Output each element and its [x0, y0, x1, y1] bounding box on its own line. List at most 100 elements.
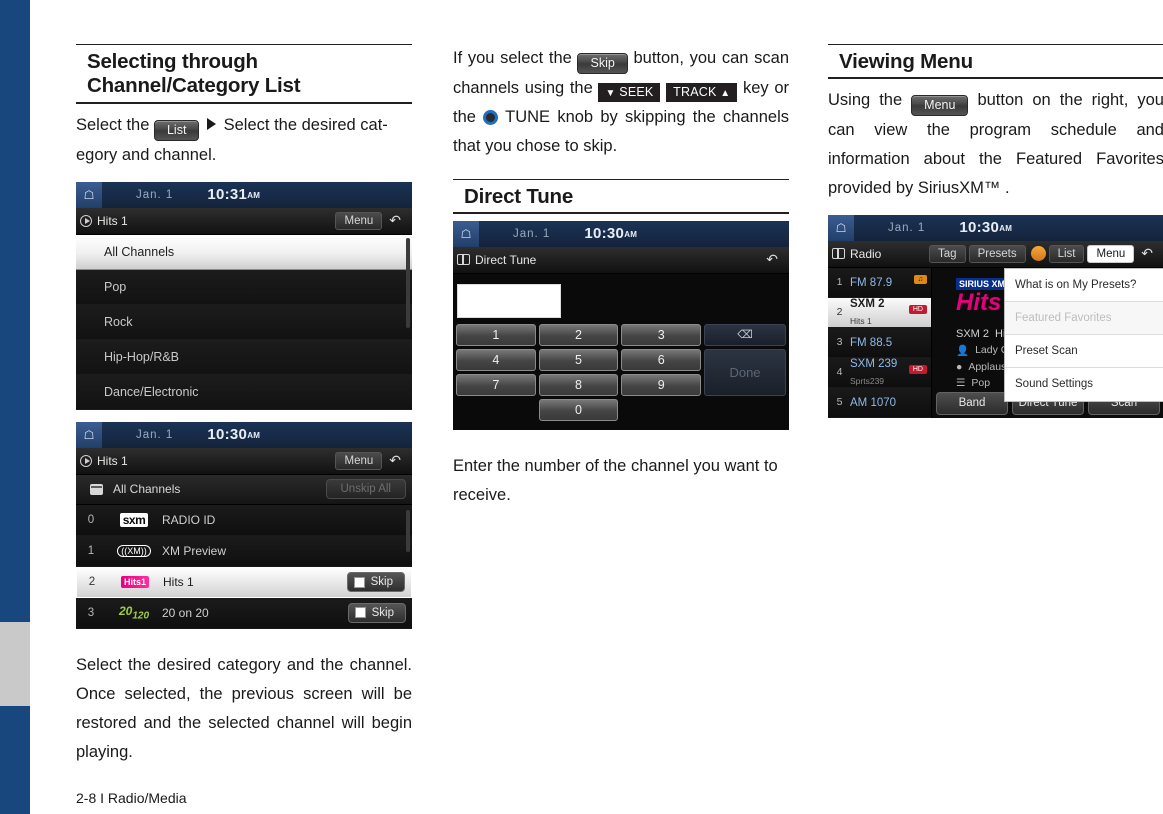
scrollbar[interactable] [406, 237, 410, 328]
seek-button[interactable]: ▼ SEEK [598, 83, 661, 102]
preset-number: 4 [836, 366, 843, 379]
key-0[interactable]: 0 [538, 398, 619, 421]
tune-knob-icon[interactable] [483, 110, 499, 125]
category-label: Dance/Electronic [104, 384, 199, 399]
col1-intro-pre: Select the [76, 115, 150, 134]
hu-now-playing-label: Hits 1 [80, 214, 128, 228]
category-row[interactable]: Dance/Electronic [76, 374, 412, 410]
hu-now-playing-label: Hits 1 [80, 454, 128, 468]
menu-dropdown: What is on My Presets? Featured Favorite… [1004, 267, 1163, 402]
home-icon[interactable]: ☖ [453, 220, 479, 247]
col1-intro-line2: egory and channel. [76, 145, 217, 164]
hu-ampm: AM [999, 224, 1013, 234]
category-row[interactable]: Rock [76, 304, 412, 340]
key-6[interactable]: 6 [621, 348, 702, 371]
menu-button[interactable]: Menu [1087, 244, 1135, 263]
channel-row[interactable]: 2 Hits1 Hits 1 Skip [76, 566, 412, 598]
col3-intro-paragraph: Using the Menu button on the right, you … [828, 86, 1163, 203]
key-4[interactable]: 4 [456, 348, 536, 371]
art-line-1: SIRIUS XM [956, 277, 1009, 290]
key-blank-right [621, 399, 701, 421]
menu-item-sound-settings[interactable]: Sound Settings [1005, 368, 1163, 401]
col3-intro-pre: Using the [828, 90, 903, 109]
list-button[interactable]: List [1048, 244, 1085, 263]
page-footer: 2-8 I Radio/Media [76, 790, 187, 806]
skip-label: Skip [371, 606, 394, 619]
channel-name: XM Preview [162, 543, 227, 558]
channel-row[interactable]: 0 sxm RADIO ID [76, 504, 412, 536]
checkbox-icon[interactable] [354, 607, 366, 619]
key-9[interactable]: 9 [621, 373, 702, 396]
hu-title-bar: Hits 1 Menu ↶ [76, 207, 412, 235]
keypad-actions: ⌫ Done [704, 323, 786, 424]
menu-item-preset-scan[interactable]: Preset Scan [1005, 335, 1163, 368]
key-7[interactable]: 7 [456, 373, 536, 396]
hu-title-text: Radio [850, 246, 882, 261]
preset-text: SXM 2 Hits 1 [850, 295, 885, 329]
track-button[interactable]: TRACK ▲ [666, 83, 738, 102]
preset-number: 3 [836, 336, 843, 349]
sxm-logo-icon: sxm [106, 512, 162, 527]
home-icon[interactable]: ☖ [76, 421, 102, 448]
backspace-icon[interactable]: ⌫ [704, 323, 786, 346]
hu-title-bar: Direct Tune ↶ [453, 246, 789, 274]
play-icon [80, 214, 92, 227]
key-1[interactable]: 1 [456, 323, 536, 346]
seek-label: SEEK [619, 85, 654, 99]
scrollbar[interactable] [406, 509, 410, 552]
home-icon[interactable]: ☖ [828, 214, 854, 241]
back-arrow-icon[interactable]: ↶ [382, 212, 408, 229]
skip-button[interactable]: Skip [577, 53, 628, 74]
hu-title-text: Direct Tune [475, 252, 537, 267]
hu-ampm: AM [247, 191, 261, 201]
preset-row[interactable]: 2 SXM 2 Hits 1 HD [828, 295, 931, 329]
preset-row[interactable]: 1 FM 87.9 ♫ [828, 267, 931, 298]
checkbox-icon[interactable] [353, 576, 365, 588]
direct-tune-input[interactable] [457, 283, 561, 318]
key-5[interactable]: 5 [538, 348, 619, 371]
keypad-icon [457, 254, 470, 266]
screenshot-category-list: ☖ Jan. 1 10:31AM Hits 1 Menu ↶ All Chann… [76, 181, 412, 410]
key-3[interactable]: 3 [621, 323, 702, 346]
list-button[interactable]: List [153, 119, 200, 141]
presets-button[interactable]: Presets [968, 244, 1026, 263]
tune-label: TUNE [505, 108, 551, 126]
key-8[interactable]: 8 [538, 373, 619, 396]
channel-row[interactable]: 1 ((XM)) XM Preview [76, 535, 412, 567]
category-row[interactable]: All Channels [76, 234, 412, 270]
list-icon: ☰ [956, 376, 966, 389]
back-arrow-icon[interactable]: ↶ [759, 251, 785, 268]
hu-menu-button[interactable]: Menu [335, 211, 383, 230]
preset-secondary: Hits 1 [850, 316, 872, 327]
back-arrow-icon[interactable]: ↶ [382, 452, 408, 469]
hu-time: 10:30AM [959, 219, 1012, 236]
preset-primary: FM 88.5 [850, 336, 893, 349]
menu-item-what-is-on-my-presets[interactable]: What is on My Presets? [1005, 269, 1163, 302]
hu-date: Jan. 1 [888, 221, 926, 234]
direct-tune-title: Direct Tune [457, 253, 536, 267]
category-label: Hip-Hop/R&B [104, 349, 180, 364]
hu-time-value: 10:30 [959, 219, 1000, 237]
hu-menu-button[interactable]: Menu [335, 451, 383, 470]
col1-intro-paragraph: Select the List Select the desired cat- … [76, 111, 412, 170]
menu-button[interactable]: Menu [911, 94, 969, 116]
preset-row[interactable]: 5 AM 1070 [828, 387, 931, 418]
back-arrow-icon[interactable]: ↶ [1134, 245, 1160, 262]
sxm-badge-icon[interactable] [1030, 246, 1046, 262]
band-button[interactable]: Band [936, 391, 1008, 415]
home-icon[interactable]: ☖ [76, 181, 102, 208]
channel-row[interactable]: 3 20120 20 on 20 Skip [76, 597, 412, 629]
skip-toggle-button[interactable]: Skip [346, 572, 405, 593]
key-2[interactable]: 2 [538, 323, 619, 346]
channel-list-header-label: All Channels [113, 482, 181, 497]
preset-row[interactable]: 4 SXM 239 Sprts239 HD [828, 357, 931, 388]
chevron-up-icon: ▲ [720, 88, 731, 99]
unskip-all-button[interactable]: Unskip All [325, 479, 406, 500]
done-button[interactable]: Done [704, 348, 786, 396]
skip-toggle-button[interactable]: Skip [347, 602, 406, 623]
tag-button[interactable]: Tag [929, 244, 966, 263]
column-three: Viewing Menu Using the Menu button on th… [828, 44, 1163, 784]
preset-row[interactable]: 3 FM 88.5 [828, 327, 931, 358]
category-row[interactable]: Pop [76, 269, 412, 305]
category-row[interactable]: Hip-Hop/R&B [76, 339, 412, 375]
